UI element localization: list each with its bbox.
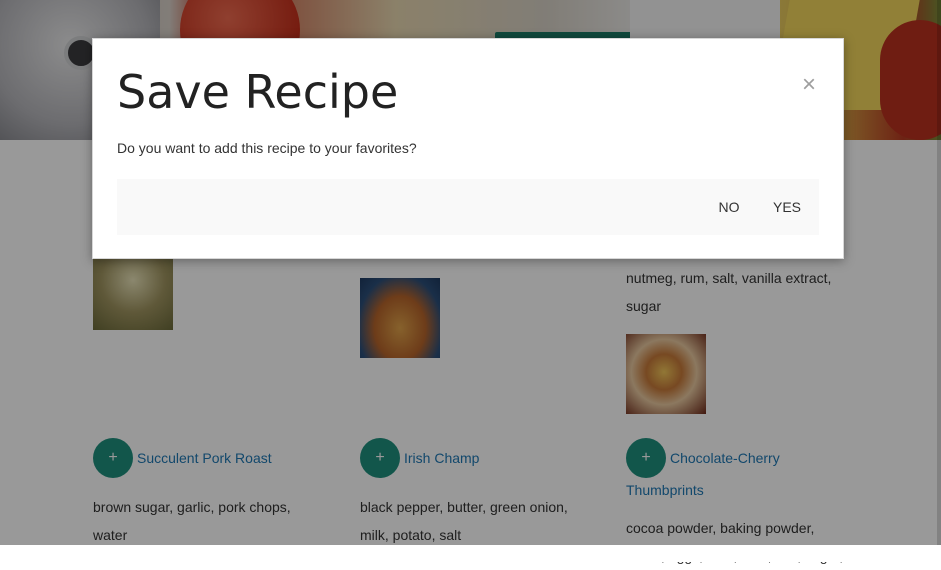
close-icon[interactable]: × [797,73,821,97]
no-button[interactable]: NO [707,179,751,235]
dialog-title: Save Recipe [117,65,399,119]
dialog-message: Do you want to add this recipe to your f… [117,140,417,156]
save-recipe-dialog: Save Recipe × Do you want to add this re… [92,38,844,259]
scrollbar[interactable] [937,0,941,545]
bottom-strip [0,545,941,562]
yes-button[interactable]: YES [765,179,809,235]
dialog-footer: NO YES [117,179,819,235]
